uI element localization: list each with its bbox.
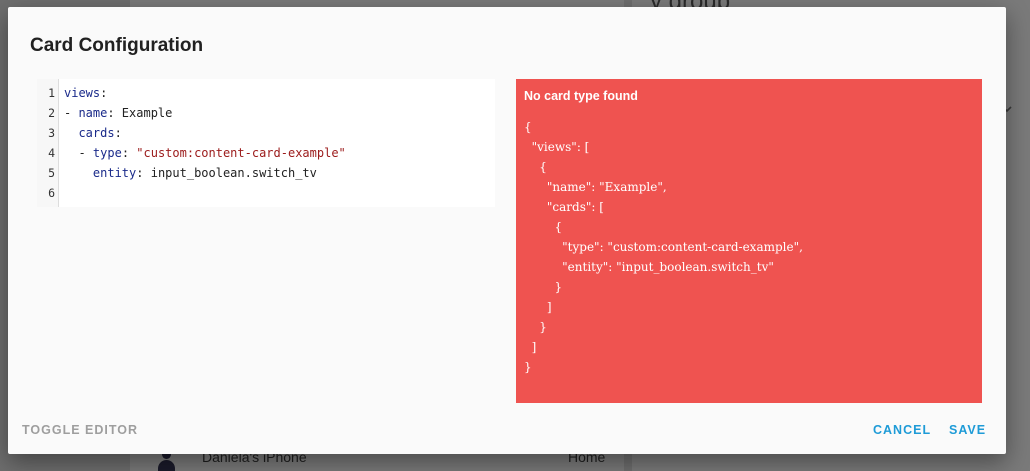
error-json-line: { [524, 220, 563, 234]
error-json-line: "type": "custom:content-card-example", [524, 240, 803, 254]
error-json-line: } [524, 360, 532, 374]
error-json-line: "views": [ [524, 140, 590, 154]
error-json-line: { [524, 160, 547, 174]
code-line: views: [64, 86, 108, 100]
line-number: 6 [48, 186, 55, 200]
code-line: cards: [78, 126, 122, 140]
line-number: 5 [48, 166, 55, 180]
card-configuration-dialog: Card Configuration 1 2 3 4 5 6 views: - name: … [8, 7, 1006, 454]
line-number: 3 [48, 126, 55, 140]
error-json-line: { [524, 120, 532, 134]
error-json-line: ] [524, 300, 552, 314]
yaml-code-editor[interactable]: 1 2 3 4 5 6 views: - name: Example cards: - ty… [37, 79, 495, 207]
code-line: - type: "custom:content-card-example" [64, 146, 346, 160]
error-json-line: "entity": "input_boolean.switch_tv" [524, 260, 774, 274]
line-number-gutter: 1 2 3 4 5 6 [37, 79, 59, 207]
error-json-line: "cards": [ [524, 200, 604, 214]
code-area[interactable]: views: - name: Example cards: - type: "cu… [64, 79, 492, 207]
error-json-line: } [524, 320, 547, 334]
line-number: 1 [48, 86, 55, 100]
error-json-line: ] [524, 340, 537, 354]
code-line: - name: Example [64, 106, 173, 120]
error-title: No card type found [524, 89, 638, 103]
error-card: No card type found { "views": [ { "name"… [516, 79, 982, 403]
cancel-button[interactable]: CANCEL [873, 423, 931, 437]
line-number: 4 [48, 146, 55, 160]
error-json-line: "name": "Example", [524, 180, 667, 194]
error-json-line: } [524, 280, 563, 294]
line-number: 2 [48, 106, 55, 120]
dialog-title: Card Configuration [30, 35, 204, 56]
save-button[interactable]: SAVE [949, 423, 986, 437]
code-line: entity: input_boolean.switch_tv [92, 166, 317, 180]
error-config-json: { "views": [ { "name": "Example", "cards… [524, 117, 803, 377]
toggle-editor-button[interactable]: TOGGLE EDITOR [22, 423, 138, 437]
